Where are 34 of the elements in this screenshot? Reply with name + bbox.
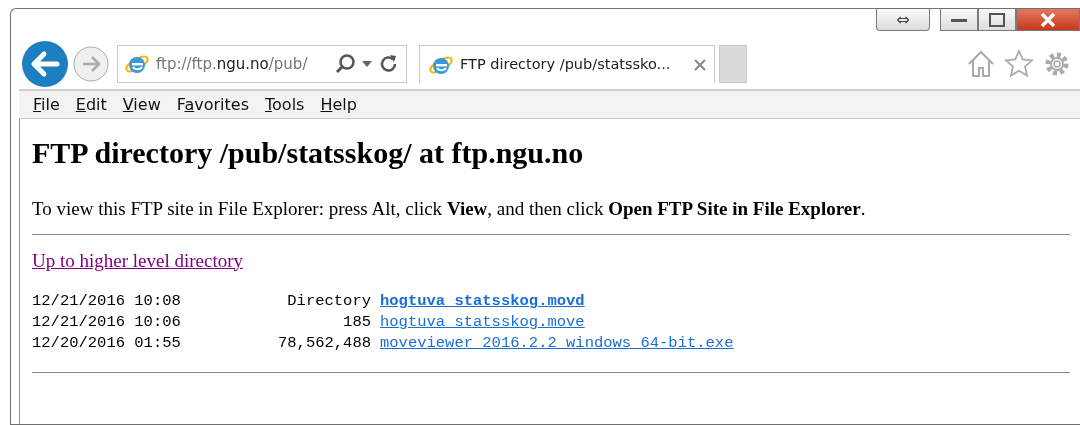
address-field[interactable]: ftp://ftp.ngu.no/pub/ <box>117 45 407 83</box>
size-text: 185 <box>342 312 372 333</box>
parent-directory-link[interactable]: Up to higher level directory <box>32 246 244 275</box>
maximize-button[interactable] <box>978 9 1016 31</box>
directory-link[interactable]: hogtuva_statsskog.movd <box>380 291 585 312</box>
menu-item[interactable]: File <box>27 92 66 117</box>
close-button[interactable] <box>1016 9 1080 31</box>
back-icon[interactable] <box>21 40 69 88</box>
search-icon[interactable] <box>334 53 356 75</box>
minimize-button[interactable] <box>940 9 978 31</box>
file-link[interactable]: hogtuva_statsskog.move <box>380 312 585 333</box>
menu-item[interactable]: Help <box>314 92 363 117</box>
date-text: 12/20/2016 01:55 <box>32 333 182 354</box>
forward-icon[interactable] <box>73 46 109 82</box>
size-text: 78,562,488 <box>277 333 372 354</box>
menu-item[interactable]: Tools <box>259 92 311 117</box>
close-icon[interactable] <box>694 58 706 71</box>
instruction-text: To view this FTP site in File Explorer: press Alt, click View, and then click Open FTP Site in File Explorer. <box>32 197 867 221</box>
date-text: 12/21/2016 10:08 <box>32 291 182 312</box>
menu-item[interactable]: View <box>116 92 167 117</box>
size-text: Directory <box>286 291 372 312</box>
close-icon <box>1039 11 1057 28</box>
snap-button[interactable]: ⇔ <box>876 9 930 31</box>
home-icon[interactable] <box>966 49 996 79</box>
maximize-icon <box>989 12 1005 27</box>
tab-title: FTP directory /pub/statssko... <box>460 54 672 74</box>
star-icon[interactable] <box>1004 49 1034 79</box>
page-heading: FTP directory /pub/statsskog/ at ftp.ngu.no <box>32 135 585 171</box>
date-text: 12/21/2016 10:06 <box>32 312 182 333</box>
menu-item[interactable]: Favorites <box>170 92 255 117</box>
menu-item[interactable]: Edit <box>69 92 113 117</box>
file-link[interactable]: moveviewer_2016.2.2_windows_64-bit.exe <box>380 333 734 354</box>
dropdown-caret-icon[interactable] <box>362 61 372 67</box>
browser-tab[interactable]: FTP directory /pub/statssko... <box>419 45 715 83</box>
